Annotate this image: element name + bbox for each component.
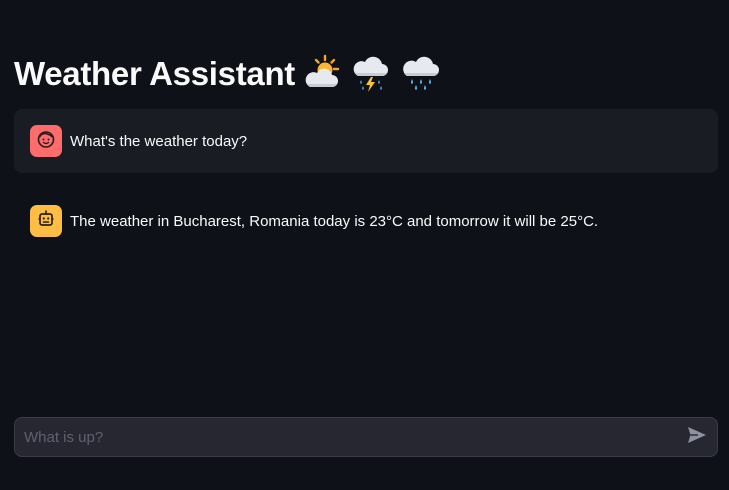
robot-icon [36, 209, 56, 233]
chat-input[interactable] [15, 418, 677, 456]
header: Weather Assistant [14, 50, 441, 96]
weather-icons [301, 53, 441, 93]
send-icon [687, 426, 707, 448]
user-face-icon [36, 129, 56, 153]
user-message-text: What's the weather today? [70, 132, 248, 150]
assistant-message-text: The weather in Bucharest, Romania today … [70, 212, 599, 230]
rain-cloud-icon [401, 53, 441, 93]
send-button[interactable] [677, 418, 717, 456]
assistant-avatar [30, 205, 62, 237]
assistant-message: The weather in Bucharest, Romania today … [14, 189, 718, 253]
user-message: What's the weather today? [14, 109, 718, 173]
thunder-rain-cloud-icon [351, 53, 391, 93]
sun-behind-cloud-icon [301, 53, 341, 93]
chat-input-container [14, 417, 718, 457]
page-title: Weather Assistant [14, 54, 295, 92]
app: Weather Assistant What's the weather tod… [0, 0, 729, 490]
user-avatar [30, 125, 62, 157]
